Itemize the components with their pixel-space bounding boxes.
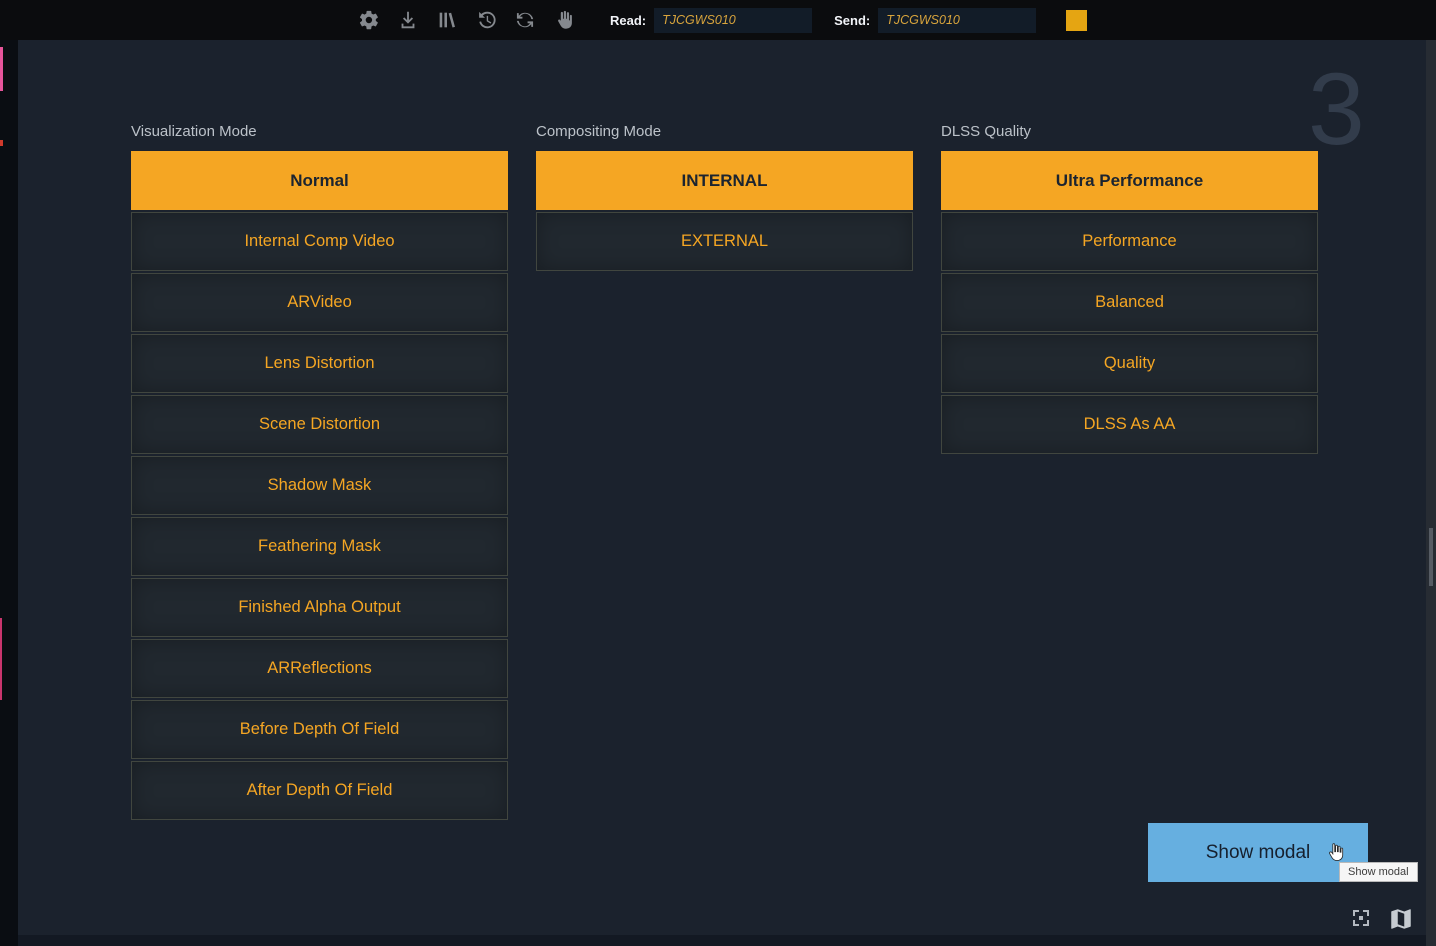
option-button[interactable]: INTERNAL bbox=[536, 151, 913, 210]
option-button[interactable]: Shadow Mask bbox=[131, 456, 508, 515]
read-input[interactable] bbox=[654, 8, 812, 33]
window-bottom-edge bbox=[18, 935, 1426, 946]
history-icon[interactable] bbox=[475, 9, 497, 31]
edge-artifact bbox=[0, 47, 3, 91]
option-group-dlss-quality: DLSS Quality Ultra PerformancePerformance… bbox=[941, 123, 1318, 822]
option-button[interactable]: Quality bbox=[941, 334, 1318, 393]
send-input[interactable] bbox=[878, 8, 1036, 33]
option-button[interactable]: Ultra Performance bbox=[941, 151, 1318, 210]
option-button[interactable]: After Depth Of Field bbox=[131, 761, 508, 820]
option-button[interactable]: Balanced bbox=[941, 273, 1318, 332]
option-button[interactable]: Normal bbox=[131, 151, 508, 210]
option-group-compositing-mode: Compositing Mode INTERNALEXTERNAL bbox=[536, 123, 913, 822]
io-field-group: Read: Send: bbox=[610, 0, 1087, 40]
window-right-edge bbox=[1426, 40, 1436, 946]
option-button[interactable]: Finished Alpha Output bbox=[131, 578, 508, 637]
group-label: Visualization Mode bbox=[131, 123, 508, 143]
option-group-visualization-mode: Visualization Mode NormalInternal Comp Vi… bbox=[131, 123, 508, 822]
scrollbar-thumb[interactable] bbox=[1429, 528, 1433, 586]
option-button[interactable]: Internal Comp Video bbox=[131, 212, 508, 271]
group-label: DLSS Quality bbox=[941, 123, 1318, 143]
option-columns: Visualization Mode NormalInternal Comp Vi… bbox=[131, 123, 1318, 822]
hand-icon[interactable] bbox=[553, 9, 575, 31]
gear-icon[interactable] bbox=[358, 9, 380, 31]
option-button[interactable]: EXTERNAL bbox=[536, 212, 913, 271]
toolbar-icon-group bbox=[358, 0, 575, 40]
show-modal-button[interactable]: Show modal bbox=[1148, 823, 1368, 882]
download-icon[interactable] bbox=[397, 9, 419, 31]
toolbar: Read: Send: bbox=[0, 0, 1436, 40]
option-button[interactable]: Feathering Mask bbox=[131, 517, 508, 576]
option-button[interactable]: ARReflections bbox=[131, 639, 508, 698]
corner-icon-group bbox=[1349, 906, 1412, 930]
group-label: Compositing Mode bbox=[536, 123, 913, 143]
edge-artifact bbox=[0, 618, 2, 700]
tooltip: Show modal bbox=[1339, 862, 1418, 882]
map-icon[interactable] bbox=[1388, 906, 1412, 930]
refresh-icon[interactable] bbox=[514, 9, 536, 31]
status-indicator bbox=[1066, 10, 1087, 31]
read-label: Read: bbox=[610, 13, 646, 28]
option-button[interactable]: ARVideo bbox=[131, 273, 508, 332]
edge-artifact bbox=[0, 140, 3, 146]
option-button[interactable]: Lens Distortion bbox=[131, 334, 508, 393]
option-button[interactable]: Performance bbox=[941, 212, 1318, 271]
send-label: Send: bbox=[834, 13, 870, 28]
option-button[interactable]: DLSS As AA bbox=[941, 395, 1318, 454]
option-button[interactable]: Before Depth Of Field bbox=[131, 700, 508, 759]
window-left-edge bbox=[0, 40, 18, 946]
option-button[interactable]: Scene Distortion bbox=[131, 395, 508, 454]
main-panel: 3 Visualization ModeNormalInternal Comp … bbox=[0, 40, 1436, 946]
fullscreen-icon[interactable] bbox=[1349, 906, 1373, 930]
library-icon[interactable] bbox=[436, 9, 458, 31]
